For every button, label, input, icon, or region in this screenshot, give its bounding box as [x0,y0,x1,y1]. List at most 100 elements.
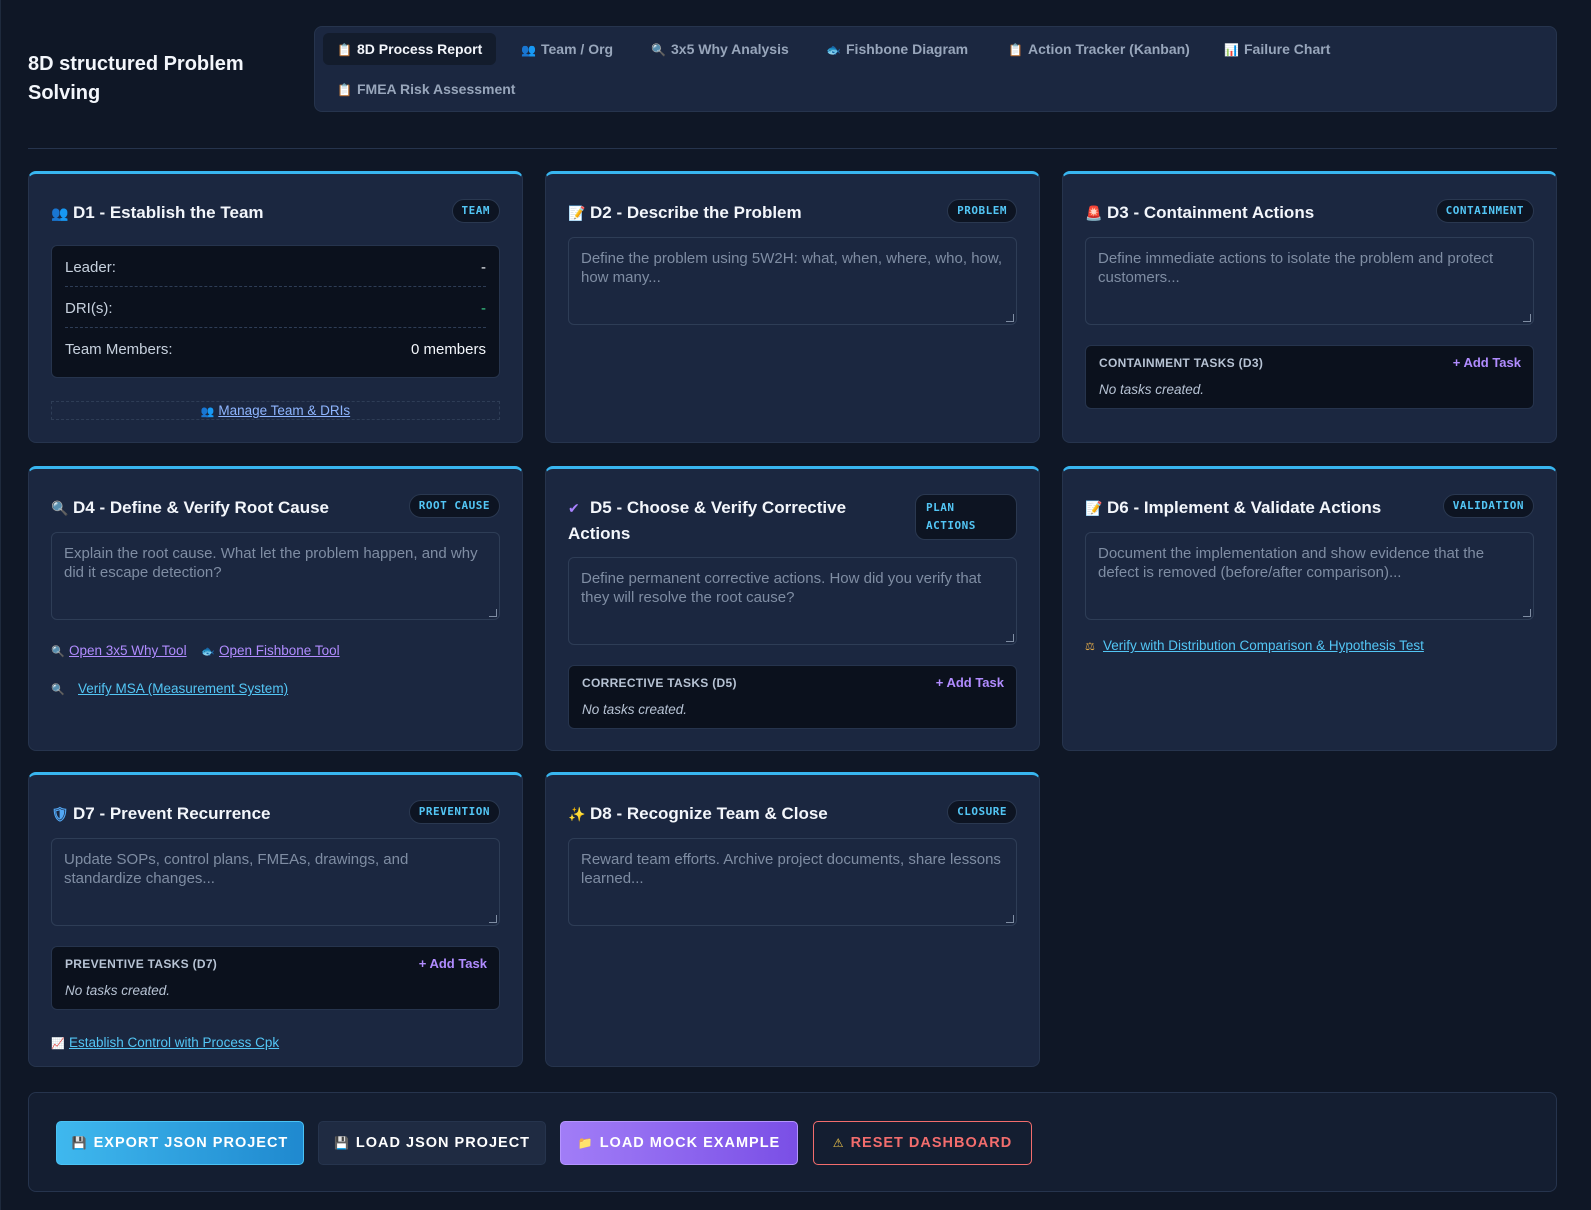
verify-msa-label: Verify MSA (Measurement System) [78,681,289,696]
leader-value: - [481,259,486,276]
members-label: Team Members: [65,341,173,358]
team-summary: Leader: - DRI(s): - Team Members: 0 memb… [51,245,500,378]
tab-label: 8D Process Report [357,41,483,57]
folder-icon: 📁 [577,1136,594,1150]
tasks-empty-text: No tasks created. [1099,382,1205,397]
add-task-button[interactable]: + Add Task [419,956,487,971]
siren-icon: 🚨 [1085,205,1103,221]
tab-fmea[interactable]: 📋 FMEA Risk Assessment [323,73,529,105]
d2-card: 📝 D2 - Describe the Problem PROBLEM Defin… [545,171,1040,443]
d5-title: ✔ D5 - Choose & Verify Corrective Actions [568,495,888,546]
tab-label: Action Tracker (Kanban) [1028,41,1190,57]
export-json-label: EXPORT JSON PROJECT [93,1135,289,1151]
load-mock-button[interactable]: 📁 LOAD MOCK EXAMPLE [560,1121,798,1165]
d2-badge: PROBLEM [947,199,1017,223]
corrective-actions-textarea[interactable]: Define permanent corrective actions. How… [568,557,1017,645]
add-task-button[interactable]: + Add Task [1453,355,1521,370]
d5-card: ✔ D5 - Choose & Verify Corrective Actions … [545,466,1040,751]
people-icon: 👥 [200,406,215,418]
preventive-tasks: PREVENTIVE TASKS (D7) + Add Task No task… [51,946,500,1010]
add-task-button[interactable]: + Add Task [936,675,1004,690]
people-icon: 👥 [521,43,536,57]
d6-title: 📝 D6 - Implement & Validate Actions [1085,495,1381,521]
tab-action-tracker[interactable]: 📋 Action Tracker (Kanban) [994,33,1204,65]
tasks-empty-text: No tasks created. [582,702,688,717]
establish-control-link[interactable]: 📈 Establish Control with Process Cpk [51,1035,279,1050]
tab-8d-process-report[interactable]: 📋 8D Process Report [323,33,497,65]
clipboard-icon: 📋 [1008,43,1023,57]
d7-title-text: D7 - Prevent Recurrence [73,804,271,823]
tab-label: Team / Org [541,41,614,57]
app-frame: 8D structured Problem Solving 📋 8D Proces… [0,0,1591,1210]
reset-dashboard-button[interactable]: ⚠ RESET DASHBOARD [813,1121,1032,1165]
open-why-tool-link[interactable]: 🔍 Open 3x5 Why Tool [51,643,187,658]
open-why-tool-label: Open 3x5 Why Tool [69,643,187,658]
d7-badge: PREVENTION [408,800,500,824]
tasks-empty-text: No tasks created. [65,983,171,998]
d3-title: 🚨 D3 - Containment Actions [1085,200,1314,226]
problem-description-textarea[interactable]: Define the problem using 5W2H: what, whe… [568,237,1017,325]
leader-row: Leader: - [65,246,486,287]
manage-team-link[interactable]: 👥 Manage Team & DRIs [51,401,500,420]
d3-title-text: D3 - Containment Actions [1107,203,1315,222]
floppy-disk-icon: 💾 [333,1136,350,1150]
containment-textarea[interactable]: Define immediate actions to isolate the … [1085,237,1534,325]
tab-label: 3x5 Why Analysis [671,41,789,57]
leader-label: Leader: [65,259,116,276]
sparkles-icon: ✨ [568,806,586,822]
d7-title: 🛡 D7 - Prevent Recurrence [51,801,270,827]
dri-value: - [481,300,486,317]
tab-label: Fishbone Diagram [846,41,969,57]
clipboard-icon: 📋 [337,43,352,57]
tab-bar: 📋 8D Process Report 👥 Team / Org 🔍 3x5 Why … [314,26,1557,112]
d4-card: 🔍 D4 - Define & Verify Root Cause ROOT CA… [28,466,523,751]
verify-msa-link[interactable]: 🔍 Verify MSA (Measurement System) [51,681,288,696]
d5-badge-line2: ACTIONS [926,519,976,532]
export-json-button[interactable]: 💾 EXPORT JSON PROJECT [56,1121,304,1165]
reset-dashboard-label: RESET DASHBOARD [850,1135,1013,1151]
corrective-tasks: CORRECTIVE TASKS (D5) + Add Task No task… [568,665,1017,729]
verify-distribution-link[interactable]: ⚖ Verify with Distribution Comparison & H… [1085,638,1424,653]
d2-title: 📝 D2 - Describe the Problem [568,200,802,226]
d5-title-line2: Actions [568,524,631,543]
d1-badge: TEAM [451,199,500,223]
fish-icon: 🐟 [201,646,215,658]
d6-badge: VALIDATION [1442,494,1534,518]
shield-icon: 🛡 [51,806,69,822]
tab-fishbone[interactable]: 🐟 Fishbone Diagram [812,33,982,65]
fish-icon: 🐟 [826,43,841,57]
d5-badge-line1: PLAN [926,501,955,514]
tasks-header: CONTAINMENT TASKS (D3) [1099,356,1264,370]
tab-failure-chart[interactable]: 📊 Failure Chart [1210,33,1344,65]
d5-badge: PLAN ACTIONS [915,494,1017,540]
d8-card: ✨ D8 - Recognize Team & Close CLOSURE Rew… [545,772,1040,1067]
members-row: Team Members: 0 members [65,328,486,369]
d3-card: 🚨 D3 - Containment Actions CONTAINMENT De… [1062,171,1557,443]
tab-label: Failure Chart [1244,41,1331,57]
load-json-label: LOAD JSON PROJECT [355,1135,531,1151]
containment-tasks: CONTAINMENT TASKS (D3) + Add Task No tas… [1085,345,1534,409]
tab-why-analysis[interactable]: 🔍 3x5 Why Analysis [637,33,803,65]
tasks-header: CORRECTIVE TASKS (D5) [582,676,737,690]
open-fishbone-tool-link[interactable]: 🐟 Open Fishbone Tool [201,643,340,658]
d8-title: ✨ D8 - Recognize Team & Close [568,801,828,827]
validation-textarea[interactable]: Document the implementation and show evi… [1085,532,1534,620]
prevention-textarea[interactable]: Update SOPs, control plans, FMEAs, drawi… [51,838,500,926]
floppy-disk-icon: 💾 [71,1136,88,1150]
magnifier-icon: 🔍 [51,684,65,696]
memo-icon: 📝 [1085,500,1103,516]
tab-team-org[interactable]: 👥 Team / Org [507,33,627,65]
header-divider [28,148,1557,149]
root-cause-textarea[interactable]: Explain the root cause. What let the pro… [51,532,500,620]
load-json-button[interactable]: 💾 LOAD JSON PROJECT [318,1121,546,1165]
d5-title-line1: D5 - Choose & Verify Corrective [590,498,847,517]
bar-chart-icon: 📊 [1224,43,1239,57]
d6-title-text: D6 - Implement & Validate Actions [1107,498,1382,517]
magnifier-icon: 🔍 [51,500,69,516]
d7-card: 🛡 D7 - Prevent Recurrence PREVENTION Upda… [28,772,523,1067]
closure-textarea[interactable]: Reward team efforts. Archive project doc… [568,838,1017,926]
magnifier-icon: 🔍 [651,43,666,57]
magnifier-icon: 🔍 [51,646,65,658]
d1-title: 👥 D1 - Establish the Team [51,200,264,226]
dri-row: DRI(s): - [65,287,486,328]
